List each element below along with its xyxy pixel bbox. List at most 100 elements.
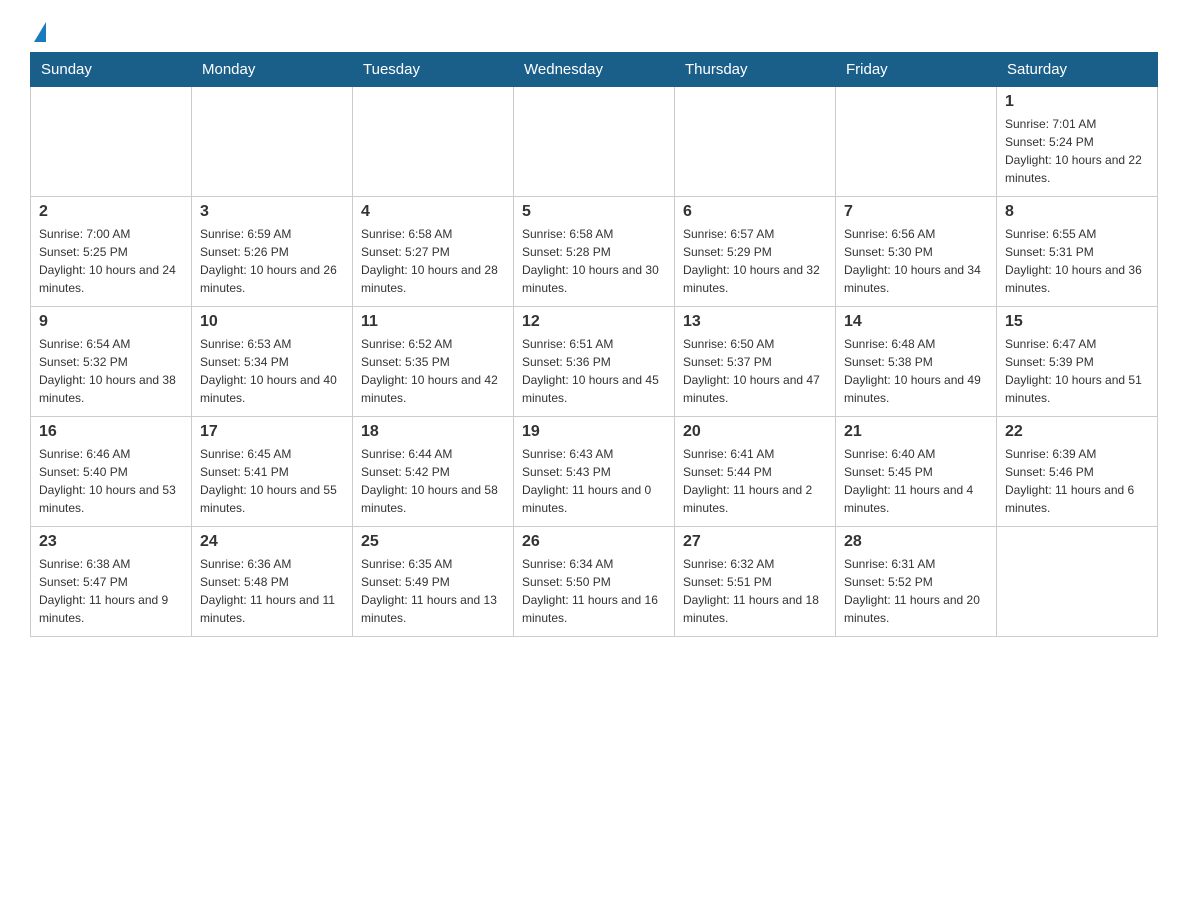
day-sun-info: Sunrise: 6:44 AM Sunset: 5:42 PM Dayligh…: [361, 445, 505, 517]
day-sun-info: Sunrise: 6:59 AM Sunset: 5:26 PM Dayligh…: [200, 225, 344, 297]
calendar-cell: [192, 87, 353, 197]
day-sun-info: Sunrise: 6:57 AM Sunset: 5:29 PM Dayligh…: [683, 225, 827, 297]
calendar-cell: 21 Sunrise: 6:40 AM Sunset: 5:45 PM Dayli…: [836, 417, 997, 527]
calendar-cell: 5 Sunrise: 6:58 AM Sunset: 5:28 PM Daylig…: [514, 197, 675, 307]
calendar-cell: 9 Sunrise: 6:54 AM Sunset: 5:32 PM Daylig…: [31, 307, 192, 417]
day-number: 27: [683, 533, 827, 551]
day-number: 6: [683, 203, 827, 221]
day-number: 26: [522, 533, 666, 551]
calendar-cell: 2 Sunrise: 7:00 AM Sunset: 5:25 PM Daylig…: [31, 197, 192, 307]
day-sun-info: Sunrise: 6:41 AM Sunset: 5:44 PM Dayligh…: [683, 445, 827, 517]
day-number: 22: [1005, 423, 1149, 441]
day-number: 21: [844, 423, 988, 441]
calendar-cell: 1 Sunrise: 7:01 AM Sunset: 5:24 PM Daylig…: [997, 87, 1158, 197]
day-number: 10: [200, 313, 344, 331]
week-row-5: 23 Sunrise: 6:38 AM Sunset: 5:47 PM Dayli…: [31, 527, 1158, 637]
day-sun-info: Sunrise: 6:55 AM Sunset: 5:31 PM Dayligh…: [1005, 225, 1149, 297]
day-number: 20: [683, 423, 827, 441]
calendar-cell: 6 Sunrise: 6:57 AM Sunset: 5:29 PM Daylig…: [675, 197, 836, 307]
day-number: 2: [39, 203, 183, 221]
day-sun-info: Sunrise: 6:36 AM Sunset: 5:48 PM Dayligh…: [200, 555, 344, 627]
day-number: 7: [844, 203, 988, 221]
calendar-cell: 3 Sunrise: 6:59 AM Sunset: 5:26 PM Daylig…: [192, 197, 353, 307]
day-number: 25: [361, 533, 505, 551]
day-header-wednesday: Wednesday: [514, 53, 675, 87]
day-number: 8: [1005, 203, 1149, 221]
calendar-cell: 23 Sunrise: 6:38 AM Sunset: 5:47 PM Dayli…: [31, 527, 192, 637]
day-sun-info: Sunrise: 6:47 AM Sunset: 5:39 PM Dayligh…: [1005, 335, 1149, 407]
logo-triangle-icon: [34, 22, 46, 42]
day-number: 18: [361, 423, 505, 441]
calendar-cell: 24 Sunrise: 6:36 AM Sunset: 5:48 PM Dayli…: [192, 527, 353, 637]
calendar-cell: 22 Sunrise: 6:39 AM Sunset: 5:46 PM Dayli…: [997, 417, 1158, 527]
day-header-monday: Monday: [192, 53, 353, 87]
calendar-cell: 25 Sunrise: 6:35 AM Sunset: 5:49 PM Dayli…: [353, 527, 514, 637]
day-number: 12: [522, 313, 666, 331]
calendar-cell: 27 Sunrise: 6:32 AM Sunset: 5:51 PM Dayli…: [675, 527, 836, 637]
day-number: 11: [361, 313, 505, 331]
day-sun-info: Sunrise: 6:48 AM Sunset: 5:38 PM Dayligh…: [844, 335, 988, 407]
day-sun-info: Sunrise: 6:45 AM Sunset: 5:41 PM Dayligh…: [200, 445, 344, 517]
day-sun-info: Sunrise: 6:35 AM Sunset: 5:49 PM Dayligh…: [361, 555, 505, 627]
calendar-cell: 26 Sunrise: 6:34 AM Sunset: 5:50 PM Dayli…: [514, 527, 675, 637]
day-header-saturday: Saturday: [997, 53, 1158, 87]
day-number: 16: [39, 423, 183, 441]
day-sun-info: Sunrise: 6:39 AM Sunset: 5:46 PM Dayligh…: [1005, 445, 1149, 517]
calendar-cell: [675, 87, 836, 197]
day-number: 5: [522, 203, 666, 221]
day-sun-info: Sunrise: 6:54 AM Sunset: 5:32 PM Dayligh…: [39, 335, 183, 407]
day-sun-info: Sunrise: 7:01 AM Sunset: 5:24 PM Dayligh…: [1005, 115, 1149, 187]
day-header-sunday: Sunday: [31, 53, 192, 87]
day-number: 15: [1005, 313, 1149, 331]
logo: [30, 20, 46, 42]
day-sun-info: Sunrise: 6:34 AM Sunset: 5:50 PM Dayligh…: [522, 555, 666, 627]
day-number: 1: [1005, 93, 1149, 111]
day-sun-info: Sunrise: 6:38 AM Sunset: 5:47 PM Dayligh…: [39, 555, 183, 627]
day-sun-info: Sunrise: 6:51 AM Sunset: 5:36 PM Dayligh…: [522, 335, 666, 407]
calendar-cell: [353, 87, 514, 197]
page-header: [30, 20, 1158, 42]
day-number: 9: [39, 313, 183, 331]
day-number: 13: [683, 313, 827, 331]
calendar-cell: 7 Sunrise: 6:56 AM Sunset: 5:30 PM Daylig…: [836, 197, 997, 307]
calendar-cell: 11 Sunrise: 6:52 AM Sunset: 5:35 PM Dayli…: [353, 307, 514, 417]
calendar-header-row: SundayMondayTuesdayWednesdayThursdayFrid…: [31, 53, 1158, 87]
day-number: 19: [522, 423, 666, 441]
calendar-cell: 13 Sunrise: 6:50 AM Sunset: 5:37 PM Dayli…: [675, 307, 836, 417]
calendar-cell: 14 Sunrise: 6:48 AM Sunset: 5:38 PM Dayli…: [836, 307, 997, 417]
calendar-cell: 12 Sunrise: 6:51 AM Sunset: 5:36 PM Dayli…: [514, 307, 675, 417]
day-sun-info: Sunrise: 6:31 AM Sunset: 5:52 PM Dayligh…: [844, 555, 988, 627]
day-sun-info: Sunrise: 7:00 AM Sunset: 5:25 PM Dayligh…: [39, 225, 183, 297]
day-header-friday: Friday: [836, 53, 997, 87]
day-number: 23: [39, 533, 183, 551]
calendar-cell: 17 Sunrise: 6:45 AM Sunset: 5:41 PM Dayli…: [192, 417, 353, 527]
week-row-4: 16 Sunrise: 6:46 AM Sunset: 5:40 PM Dayli…: [31, 417, 1158, 527]
day-sun-info: Sunrise: 6:32 AM Sunset: 5:51 PM Dayligh…: [683, 555, 827, 627]
calendar-cell: [514, 87, 675, 197]
day-sun-info: Sunrise: 6:58 AM Sunset: 5:28 PM Dayligh…: [522, 225, 666, 297]
day-number: 17: [200, 423, 344, 441]
calendar-cell: 19Sunrise: 6:43 AM Sunset: 5:43 PM Dayli…: [514, 417, 675, 527]
day-sun-info: Sunrise: 6:46 AM Sunset: 5:40 PM Dayligh…: [39, 445, 183, 517]
day-sun-info: Sunrise: 6:58 AM Sunset: 5:27 PM Dayligh…: [361, 225, 505, 297]
day-header-tuesday: Tuesday: [353, 53, 514, 87]
calendar-cell: 10 Sunrise: 6:53 AM Sunset: 5:34 PM Dayli…: [192, 307, 353, 417]
calendar-cell: [997, 527, 1158, 637]
calendar-cell: 28 Sunrise: 6:31 AM Sunset: 5:52 PM Dayli…: [836, 527, 997, 637]
calendar-cell: 4Sunrise: 6:58 AM Sunset: 5:27 PM Daylig…: [353, 197, 514, 307]
calendar-cell: 16 Sunrise: 6:46 AM Sunset: 5:40 PM Dayli…: [31, 417, 192, 527]
day-sun-info: Sunrise: 6:52 AM Sunset: 5:35 PM Dayligh…: [361, 335, 505, 407]
day-number: 14: [844, 313, 988, 331]
calendar-table: SundayMondayTuesdayWednesdayThursdayFrid…: [30, 52, 1158, 637]
day-number: 28: [844, 533, 988, 551]
day-sun-info: Sunrise: 6:56 AM Sunset: 5:30 PM Dayligh…: [844, 225, 988, 297]
calendar-cell: 8 Sunrise: 6:55 AM Sunset: 5:31 PM Daylig…: [997, 197, 1158, 307]
day-sun-info: Sunrise: 6:50 AM Sunset: 5:37 PM Dayligh…: [683, 335, 827, 407]
calendar-cell: [31, 87, 192, 197]
day-number: 3: [200, 203, 344, 221]
day-sun-info: Sunrise: 6:53 AM Sunset: 5:34 PM Dayligh…: [200, 335, 344, 407]
calendar-cell: 15 Sunrise: 6:47 AM Sunset: 5:39 PM Dayli…: [997, 307, 1158, 417]
day-number: 24: [200, 533, 344, 551]
week-row-3: 9 Sunrise: 6:54 AM Sunset: 5:32 PM Daylig…: [31, 307, 1158, 417]
day-sun-info: Sunrise: 6:40 AM Sunset: 5:45 PM Dayligh…: [844, 445, 988, 517]
